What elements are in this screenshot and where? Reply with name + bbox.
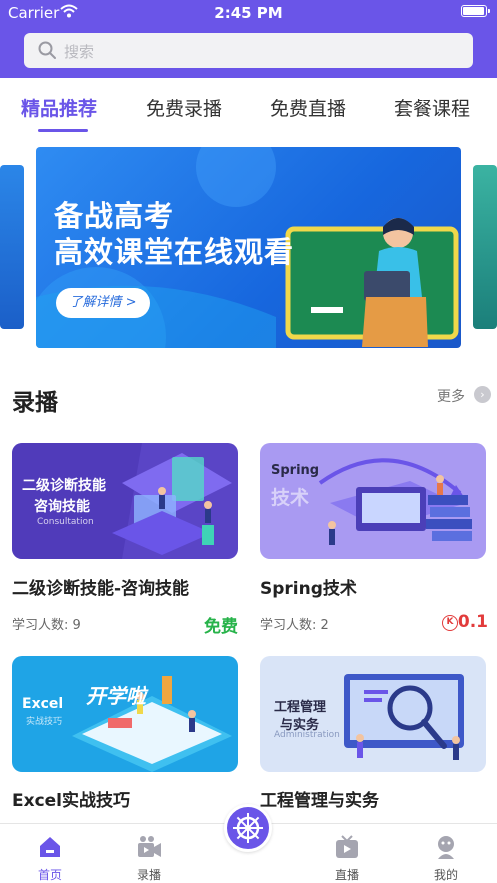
course-price: 0.1 [457, 612, 488, 632]
status-bar: Carrier 2:45 PM [0, 0, 497, 26]
nav-live[interactable]: 直播 [307, 824, 387, 883]
course-image-caption: 二级诊断技能 [22, 478, 106, 494]
status-time: 2:45 PM [214, 4, 283, 22]
tab-active-indicator [38, 129, 88, 132]
nav-live-label: 直播 [334, 868, 359, 882]
course-image-caption: Excel [22, 696, 64, 712]
category-tabs: 精品推荐 免费录播 免费直播 套餐课程 [0, 78, 497, 134]
course-image-caption-2: 技术 [271, 487, 310, 509]
helm-wheel-icon [233, 813, 263, 843]
search-input[interactable]: 搜索 [24, 33, 473, 68]
course-title: 二级诊断技能-咨询技能 [12, 579, 190, 599]
course-student-count: 学习人数: 2 [260, 618, 329, 633]
course-card[interactable]: Spring 技术 Spring技术 学习人数: 2 K 0.1 [260, 443, 488, 643]
banner-subheadline: 高效课堂在线观看 [54, 235, 295, 269]
course-image-caption: 工程管理 [274, 700, 327, 715]
course-title: Spring技术 [260, 579, 357, 599]
nav-recorded-label: 录播 [136, 868, 161, 882]
course-card[interactable]: Excel 实战技巧 开学啦 Excel实战技巧 [12, 656, 238, 816]
banner-prev-slide[interactable] [0, 165, 24, 329]
course-price-free: 免费 [204, 617, 238, 637]
tab-packages[interactable]: 套餐课程 [394, 94, 470, 121]
tab-free-live[interactable]: 免费直播 [270, 94, 346, 121]
promo-banner[interactable]: 备战高考 高效课堂在线观看 了解详情 > [36, 147, 461, 348]
course-thumbnail: Excel 实战技巧 开学啦 [12, 656, 238, 772]
course-title: 工程管理与实务 [260, 791, 379, 811]
course-image-subcaption: Consultation [37, 517, 94, 527]
search-icon [38, 41, 56, 59]
nav-profile[interactable]: 我的 [406, 824, 486, 883]
course-card[interactable]: 工程管理 与实务 Administration 工程管理与实务 [260, 656, 486, 816]
tv-play-icon [336, 835, 358, 858]
chevron-right-icon[interactable]: › [474, 386, 491, 403]
course-image-caption-2: 咨询技能 [34, 499, 90, 515]
nav-profile-label: 我的 [433, 868, 458, 882]
course-student-count: 学习人数: 9 [12, 618, 81, 633]
course-image-subcaption: Administration [274, 730, 340, 740]
course-thumbnail: 二级诊断技能 咨询技能 Consultation [12, 443, 238, 559]
nav-home[interactable]: 首页 [10, 824, 90, 883]
home-icon [40, 837, 60, 857]
course-card[interactable]: 二级诊断技能 咨询技能 Consultation 二级诊断技能-咨询技能 学习人… [12, 443, 238, 643]
banner-details-button[interactable]: 了解详情 > [56, 288, 150, 318]
coin-icon: K [442, 615, 458, 631]
battery-icon [461, 5, 490, 17]
app-header: Carrier 2:45 PM 搜索 [0, 0, 497, 78]
course-image-caption-3: 开学啦 [86, 684, 146, 708]
nav-recorded[interactable]: 录播 [109, 824, 189, 883]
nav-home-label: 首页 [37, 868, 62, 882]
course-thumbnail: Spring 技术 [260, 443, 486, 559]
user-avatar-icon [438, 836, 454, 859]
course-thumbnail: 工程管理 与实务 Administration [260, 656, 486, 772]
video-camera-icon [138, 836, 161, 857]
section-title: 录播 [12, 390, 58, 416]
nav-center-button[interactable] [224, 804, 272, 852]
course-image-caption: Spring [271, 463, 320, 478]
banner-next-slide[interactable] [473, 165, 497, 329]
more-link[interactable]: 更多 [437, 386, 465, 406]
course-title: Excel实战技巧 [12, 791, 131, 811]
tab-featured[interactable]: 精品推荐 [21, 94, 97, 121]
course-image-caption-2: 实战技巧 [26, 717, 63, 727]
search-placeholder: 搜索 [64, 43, 95, 61]
tab-free-recorded[interactable]: 免费录播 [146, 94, 222, 121]
